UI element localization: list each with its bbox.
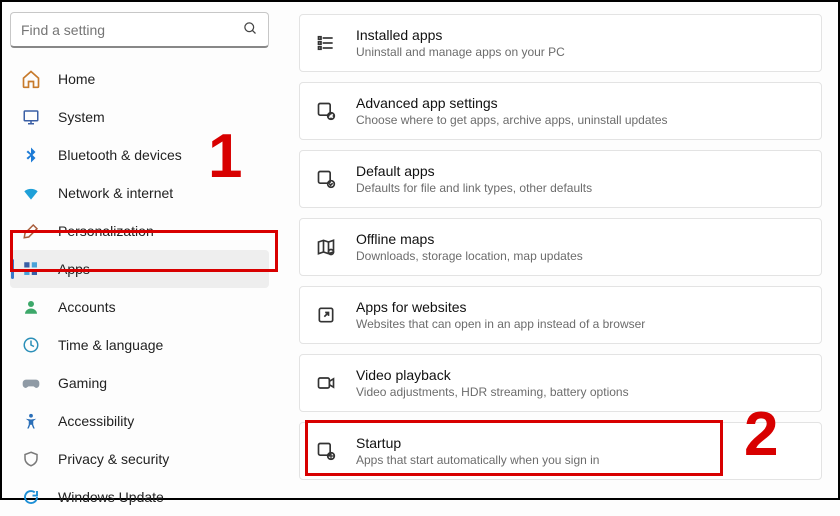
search-box[interactable] [10,12,269,48]
card-apps-for-websites[interactable]: Apps for websites Websites that can open… [299,286,822,344]
card-desc: Choose where to get apps, archive apps, … [356,113,668,127]
card-desc: Websites that can open in an app instead… [356,317,645,331]
sidebar-item-label: Privacy & security [58,451,169,467]
card-desc: Defaults for file and link types, other … [356,181,592,195]
sidebar-item-time-lang[interactable]: Time & language [10,326,269,364]
card-title: Installed apps [356,27,565,43]
sidebar-item-apps[interactable]: Apps [10,250,269,288]
home-icon [20,68,42,90]
card-title: Advanced app settings [356,95,668,111]
card-advanced-app-settings[interactable]: Advanced app settings Choose where to ge… [299,82,822,140]
list-icon [314,31,338,55]
card-startup[interactable]: Startup Apps that start automatically wh… [299,422,822,480]
card-desc: Apps that start automatically when you s… [356,453,599,467]
search-input[interactable] [21,22,243,38]
sidebar-item-label: Bluetooth & devices [58,147,182,163]
card-installed-apps[interactable]: Installed apps Uninstall and manage apps… [299,14,822,72]
default-app-icon [314,167,338,191]
sidebar-item-bluetooth[interactable]: Bluetooth & devices [10,136,269,174]
sidebar-item-label: Home [58,71,95,87]
search-icon [243,21,258,39]
sidebar-item-windows-update[interactable]: Windows Update [10,478,269,516]
sidebar-item-label: Accounts [58,299,116,315]
account-icon [20,296,42,318]
sidebar-item-label: System [58,109,105,125]
app-gear-icon [314,99,338,123]
clock-globe-icon [20,334,42,356]
sidebar: Home System Bluetooth & devices Network … [2,2,277,498]
gaming-icon [20,372,42,394]
accessibility-icon [20,410,42,432]
video-icon [314,371,338,395]
content-panel: Installed apps Uninstall and manage apps… [277,2,838,498]
card-video-playback[interactable]: Video playback Video adjustments, HDR st… [299,354,822,412]
sidebar-item-label: Accessibility [58,413,134,429]
card-offline-maps[interactable]: Offline maps Downloads, storage location… [299,218,822,276]
card-title: Startup [356,435,599,451]
wifi-icon [20,182,42,204]
update-icon [20,486,42,508]
sidebar-item-accessibility[interactable]: Accessibility [10,402,269,440]
sidebar-item-label: Time & language [58,337,163,353]
sidebar-item-home[interactable]: Home [10,60,269,98]
card-desc: Video adjustments, HDR streaming, batter… [356,385,629,399]
sidebar-item-personalization[interactable]: Personalization [10,212,269,250]
card-desc: Uninstall and manage apps on your PC [356,45,565,59]
card-title: Offline maps [356,231,583,247]
map-icon [314,235,338,259]
sidebar-item-label: Network & internet [58,185,173,201]
card-title: Video playback [356,367,629,383]
system-icon [20,106,42,128]
sidebar-item-accounts[interactable]: Accounts [10,288,269,326]
brush-icon [20,220,42,242]
sidebar-item-network[interactable]: Network & internet [10,174,269,212]
card-title: Apps for websites [356,299,645,315]
card-title: Default apps [356,163,592,179]
sidebar-item-gaming[interactable]: Gaming [10,364,269,402]
bluetooth-icon [20,144,42,166]
sidebar-item-system[interactable]: System [10,98,269,136]
sidebar-item-privacy[interactable]: Privacy & security [10,440,269,478]
card-desc: Downloads, storage location, map updates [356,249,583,263]
sidebar-item-label: Apps [58,261,90,277]
open-external-icon [314,303,338,327]
shield-icon [20,448,42,470]
sidebar-item-label: Personalization [58,223,154,239]
sidebar-item-label: Windows Update [58,489,164,505]
sidebar-item-label: Gaming [58,375,107,391]
startup-icon [314,439,338,463]
apps-icon [20,258,42,280]
card-default-apps[interactable]: Default apps Defaults for file and link … [299,150,822,208]
